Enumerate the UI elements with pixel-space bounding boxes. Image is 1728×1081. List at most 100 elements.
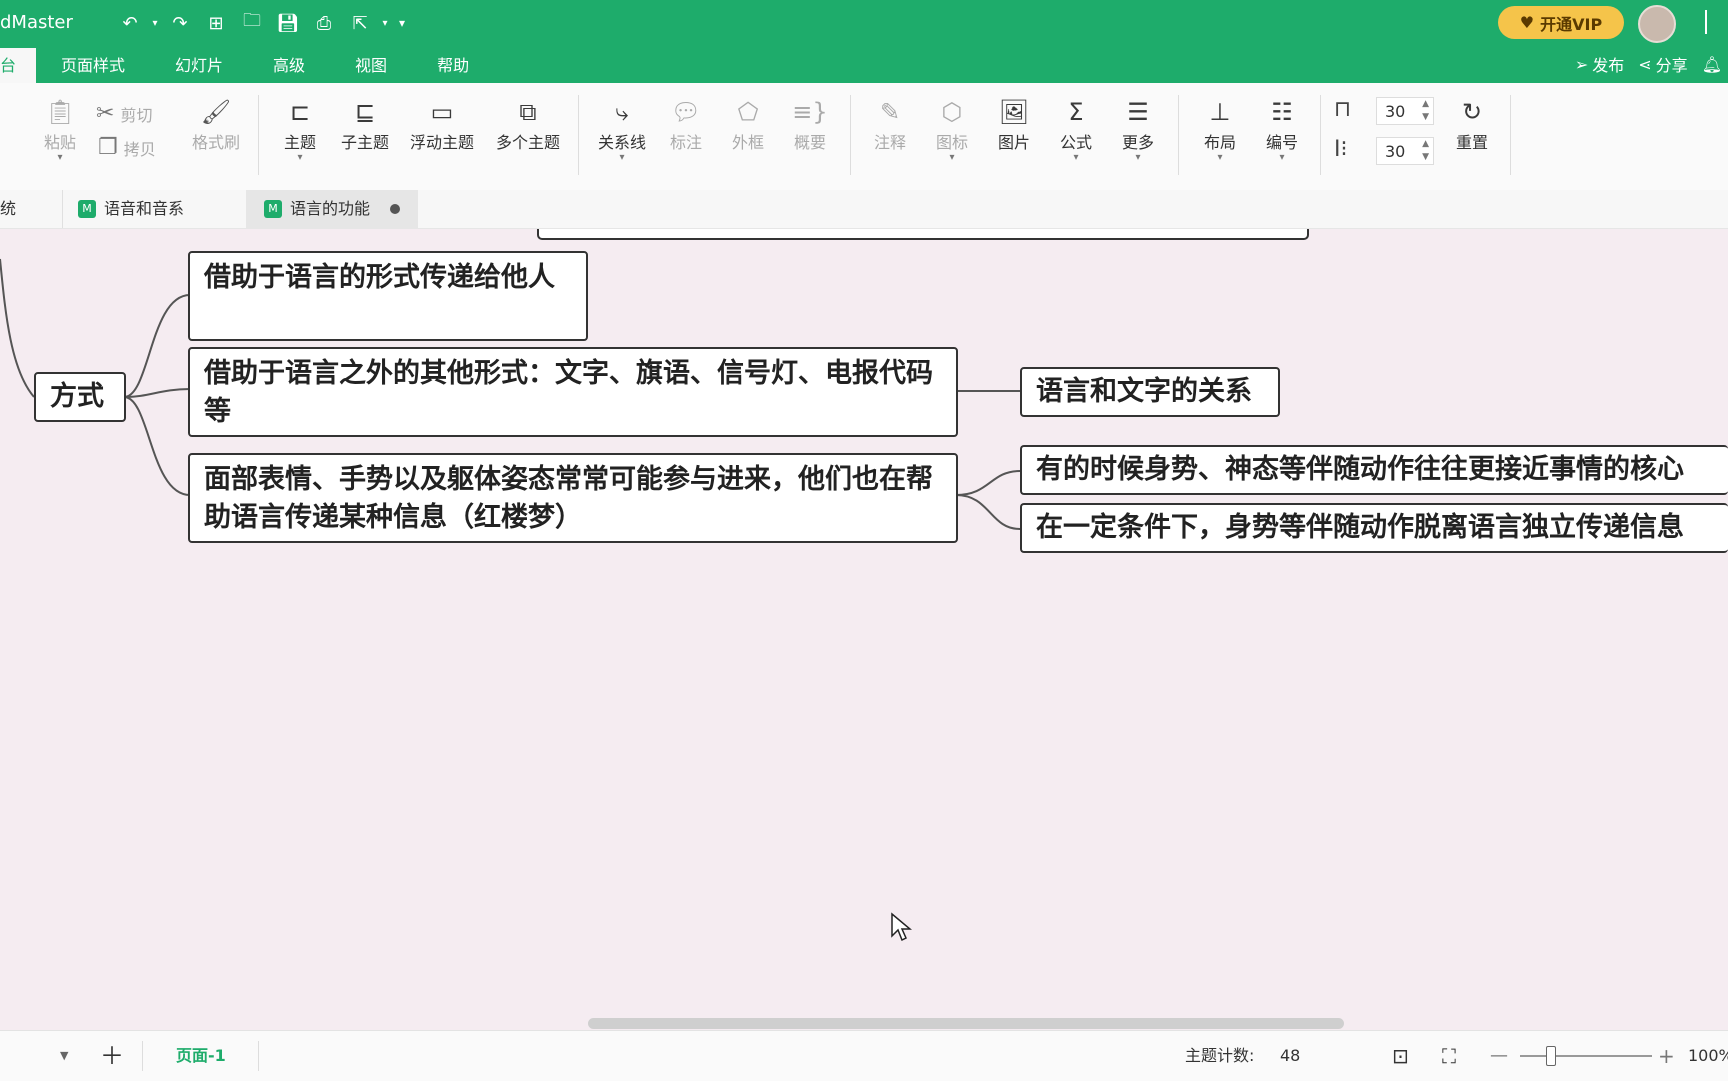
horizontal-spacing-icon: ⊓ [1334,97,1352,122]
paste-button[interactable]: 📋︎ 粘贴 ▾ [28,95,92,163]
horizontal-scrollbar[interactable] [588,1018,1344,1029]
customize-icon[interactable]: ▾ [392,10,412,36]
quick-access-toolbar: ↶ ▾ ↷ ⊞ 🗀 💾︎ ⎙ ⇱ ▾ ▾ [112,10,412,36]
menu-view[interactable]: 视图 [330,48,412,83]
note-button[interactable]: ✎ 注释 [858,95,922,153]
tab-system[interactable]: 统 [0,190,63,228]
format-painter-button[interactable]: 🖌︎ 格式刷 [184,95,248,153]
vertical-spacing-input[interactable]: 30 ▲ ▼ [1376,137,1434,165]
fullscreen-icon[interactable]: ⛶ [1442,1031,1456,1081]
icon-button[interactable]: ⬡ 图标 ▾ [920,95,984,163]
new-file-icon[interactable]: ⊞ [198,10,234,36]
menu-advanced[interactable]: 高级 [248,48,330,83]
summary-button[interactable]: ≡} 概要 [778,95,842,153]
menu-page-style[interactable]: 页面样式 [36,48,150,83]
stepper-arrows[interactable]: ▲ ▼ [1422,138,1429,164]
open-folder-icon[interactable]: 🗀 [234,10,270,36]
menu-help[interactable]: 帮助 [412,48,494,83]
callout-button[interactable]: 💬︎ 标注 [654,95,718,153]
image-button[interactable]: 🖼︎ 图片 [982,95,1046,153]
tab-phonetics[interactable]: M 语音和音系 [78,190,238,228]
bell-icon[interactable]: 🔔︎ [1702,55,1728,74]
status-bar: ▼ ＋ 页面-1 主题计数: 48 ⊡ ⛶ — + 100% [0,1030,1728,1081]
divider [142,1041,143,1071]
dropdown-icon[interactable]: ▾ [148,10,162,36]
menu-start[interactable]: 台 [0,48,36,83]
zoom-level: 100% [1688,1046,1728,1065]
topic-node[interactable]: 借助于语言之外的其他形式：文字、旗语、信号灯、电报代码等 [188,347,958,437]
copy-button[interactable]: ❐ 拷贝 [98,135,156,160]
brush-icon: 🖌︎ [200,98,232,126]
publish-button[interactable]: ➢ 发布 [1575,52,1624,76]
topic-button[interactable]: ⊏ 主题 ▾ [268,95,332,163]
title-bar: dMaster ↶ ▾ ↷ ⊞ 🗀 💾︎ ⎙ ⇱ ▾ ▾ ♥ 开通VIP 台 页… [0,0,1728,83]
floating-topic-icon: ▭ [430,98,454,126]
page-tab[interactable]: 页面-1 [176,1031,226,1081]
zoom-in-icon[interactable]: + [1658,1031,1675,1081]
menu-bar: 台 页面样式 幻灯片 高级 视图 帮助 [0,48,494,83]
divider [850,95,851,175]
summary-icon: ≡} [792,98,828,126]
divider [1510,95,1511,175]
app-title: dMaster [0,12,73,33]
top-actions: ➢ 发布 ⋖ 分享 🔔︎ [1575,52,1728,76]
topic-node[interactable]: 有的时候身势、神态等伴随动作往往更接近事情的核心 [1020,445,1728,495]
reset-button[interactable]: ↻ 重置 [1440,95,1504,153]
tab-language-function[interactable]: M 语言的功能 [246,190,419,228]
menu-slides[interactable]: 幻灯片 [150,48,248,83]
image-icon: 🖼︎ [998,98,1030,126]
scissors-icon: ✂ [96,101,115,126]
divider [578,95,579,175]
sigma-icon: Σ [1068,98,1084,126]
export-icon[interactable]: ⇱ [342,10,378,36]
zoom-out-icon[interactable]: — [1490,1031,1508,1081]
more-button[interactable]: ☰ 更多 ▾ [1106,95,1170,163]
zoom-slider-handle[interactable] [1546,1046,1556,1066]
dropdown-icon[interactable]: ▾ [378,10,392,36]
add-page-icon[interactable]: ＋ [100,1031,124,1081]
topic-count-label: 主题计数: [1185,1046,1255,1065]
horizontal-spacing-input[interactable]: 30 ▲ ▼ [1376,97,1434,125]
topic-node[interactable]: 在一定条件下，身势等伴随动作脱离语言独立传递信息 [1020,503,1728,553]
boundary-button[interactable]: ⬠ 外框 [716,95,780,153]
refresh-icon: ↻ [1461,98,1483,126]
mindmap-canvas[interactable]: 方式 借助于语言的形式传递给他人 借助于语言之外的其他形式：文字、旗语、信号灯、… [0,229,1728,1029]
divider [258,95,259,175]
layout-button[interactable]: ⊥ 布局 ▾ [1188,95,1252,163]
zoom-slider[interactable] [1520,1055,1652,1057]
page-menu-dropdown[interactable]: ▼ [60,1031,68,1081]
send-icon: ➢ [1574,54,1589,74]
multi-topic-button[interactable]: ⧉ 多个主题 [488,95,568,153]
pencil-icon: ✎ [879,98,901,126]
more-icon: ☰ [1127,98,1149,126]
redo-icon[interactable]: ↷ [162,10,198,36]
divider [1320,95,1321,175]
cut-button[interactable]: ✂ 剪切 [96,101,152,126]
numbering-button[interactable]: ☷ 编号 ▾ [1250,95,1314,163]
undo-icon[interactable]: ↶ [112,10,148,36]
relationship-button[interactable]: ⤷ 关系线 ▾ [590,95,654,163]
divider [1705,10,1707,34]
numbered-list-icon: ☷ [1271,98,1293,126]
share-button[interactable]: ⋖ 分享 [1638,52,1687,76]
avatar[interactable] [1638,5,1676,43]
print-icon[interactable]: ⎙ [306,10,342,36]
topic-node[interactable]: 语言和文字的关系 [1020,367,1280,417]
relationship-icon: ⤷ [615,98,629,126]
topic-node[interactable]: 面部表情、手势以及躯体姿态常常可能参与进来，他们也在帮助语言传递某种信息（红楼梦… [188,453,958,543]
subtopic-icon: ⊑ [354,98,376,126]
subtopic-button[interactable]: ⊑ 子主题 [333,95,397,153]
unsaved-dot-icon [390,204,401,214]
formula-button[interactable]: Σ 公式 ▾ [1044,95,1108,163]
ribbon-toolbar: 📋︎ 粘贴 ▾ ✂ 剪切 ❐ 拷贝 🖌︎ 格式刷 ⊏ 主题 ▾ ⊑ 子主题 ▭ 浮动主题… [0,83,1728,191]
sticker-icon: ⬡ [941,98,963,126]
stepper-arrows[interactable]: ▲ ▼ [1422,98,1429,124]
fit-page-icon[interactable]: ⊡ [1392,1031,1409,1081]
vip-button[interactable]: ♥ 开通VIP [1498,6,1624,39]
heart-icon: ♥ [1519,13,1535,32]
topic-node-parent[interactable]: 方式 [34,372,126,422]
topic-node[interactable]: 借助于语言的形式传递给他人 [188,251,588,341]
floating-topic-button[interactable]: ▭ 浮动主题 [402,95,482,153]
save-icon[interactable]: 💾︎ [270,10,306,36]
callout-icon: 💬︎ [670,98,702,126]
